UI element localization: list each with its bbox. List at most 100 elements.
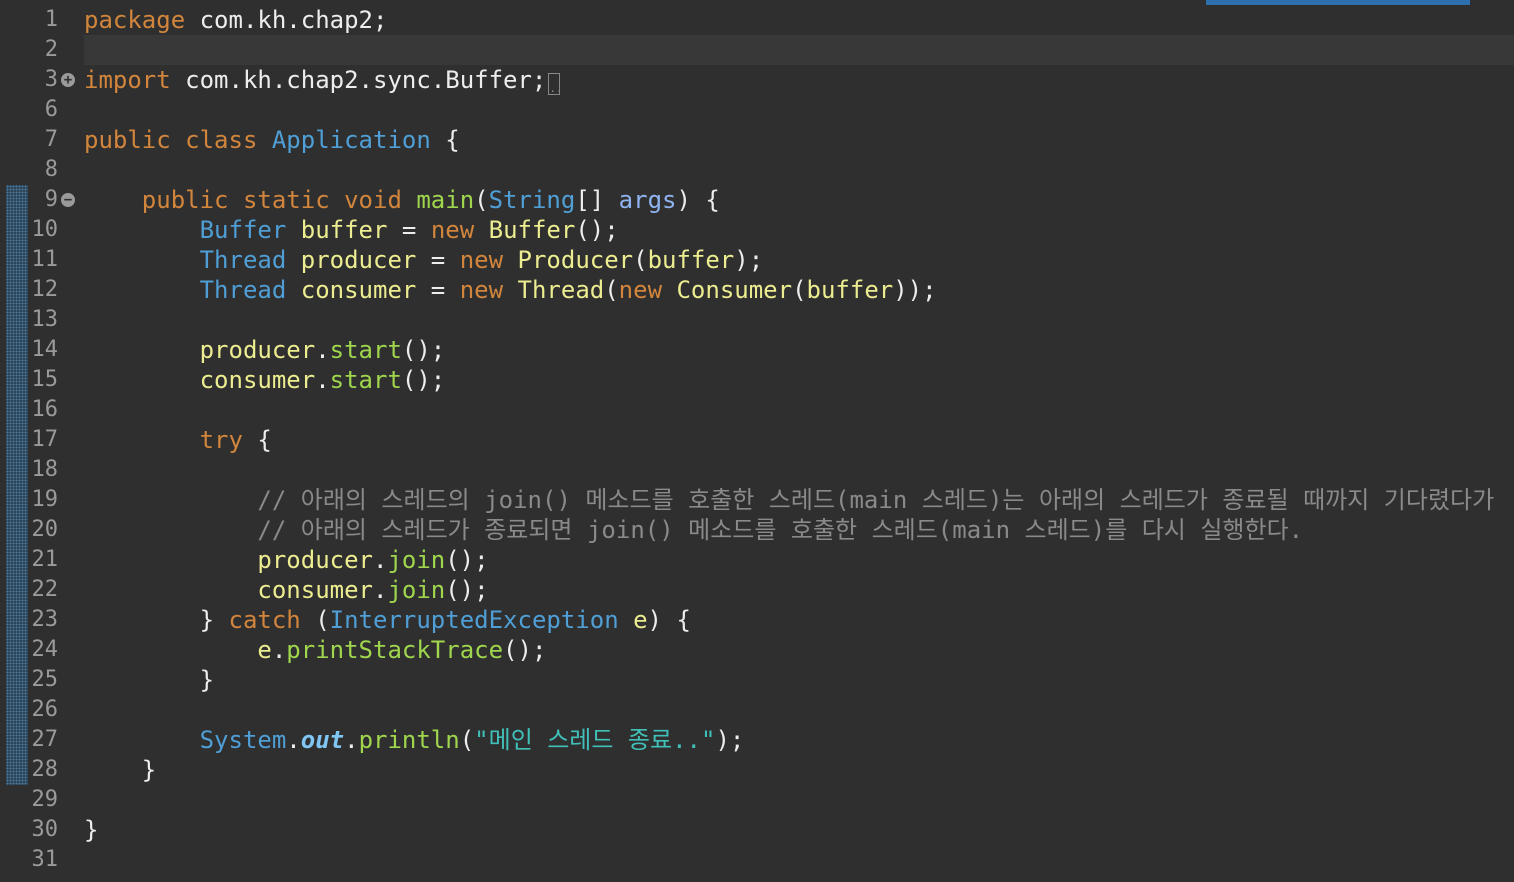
code-line[interactable]: // 아래의 스레드가 종료되면 join() 메소드를 호출한 스레드(mai… (84, 515, 1514, 545)
line-number: 14 (31, 337, 59, 362)
gutter-row: 7 (0, 125, 84, 155)
keyword-token: new (459, 276, 504, 304)
line-number: 19 (31, 487, 59, 512)
plain-token: } (84, 756, 157, 784)
type-token: Application (271, 126, 431, 154)
plain-token: ( (792, 276, 807, 304)
code-line[interactable]: producer.start(); (84, 335, 1514, 365)
gutter-row: 6 (0, 95, 84, 125)
plain-token: (); (445, 546, 489, 574)
gutter-row: 30 (0, 815, 84, 845)
identifier-token: e (257, 636, 272, 664)
gutter-row: 11 (0, 245, 84, 275)
code-line[interactable] (84, 845, 1514, 875)
plain-token: (); (401, 336, 446, 364)
line-number: 23 (31, 607, 59, 632)
code-line[interactable]: public static void main(String[] args) { (84, 185, 1514, 215)
gutter-row: 29 (0, 785, 84, 815)
line-number: 9 (44, 187, 58, 212)
code-line[interactable] (84, 395, 1514, 425)
code-line[interactable]: import com.kh.chap2.sync.Buffer;.. (84, 65, 1514, 95)
type-token: Thread (199, 246, 287, 274)
identifier-token: producer (300, 246, 417, 274)
code-line[interactable]: e.printStackTrace(); (84, 635, 1514, 665)
method-token: start (329, 336, 402, 364)
plain-token: ); (715, 726, 745, 754)
method-token: start (329, 366, 402, 394)
code-line[interactable] (84, 305, 1514, 335)
code-line[interactable]: consumer.join(); (84, 575, 1514, 605)
keyword-token: catch (228, 606, 301, 634)
keyword-token: package (84, 6, 186, 34)
gutter-row: 15 (0, 365, 84, 395)
gutter-row: 21 (0, 545, 84, 575)
gutter-row: 10 (0, 215, 84, 245)
plain-token: . (372, 546, 388, 574)
gutter-row: 13 (0, 305, 84, 335)
line-number: 2 (44, 37, 58, 62)
plain-token: . (271, 636, 287, 664)
code-line[interactable]: Buffer buffer = new Buffer(); (84, 215, 1514, 245)
fold-collapse-icon[interactable]: − (61, 193, 75, 207)
plain-token: com.kh.chap2; (185, 6, 388, 34)
fold-expand-icon[interactable]: + (61, 73, 75, 87)
code-line[interactable]: System.out.println("메인 스레드 종료.."); (84, 725, 1514, 755)
identifier-token: consumer (257, 576, 373, 604)
code-editor[interactable]: 1 2 3 +6 7 8 9−10 11 12 13 14 15 16 17 18 19 20 21 22 23 24 2… (0, 0, 1514, 882)
gutter-row: 31 (0, 845, 84, 875)
line-number: 1 (44, 7, 58, 32)
code-line[interactable]: consumer.start(); (84, 365, 1514, 395)
code-line[interactable]: try { (84, 425, 1514, 455)
method-token: main (416, 186, 475, 214)
line-number-gutter[interactable]: 1 2 3 +6 7 8 9−10 11 12 13 14 15 16 17 18 19 20 21 22 23 24 2… (0, 5, 84, 882)
code-line[interactable] (84, 95, 1514, 125)
plain-token: ); (734, 246, 764, 274)
code-line[interactable]: public class Application { (84, 125, 1514, 155)
keyword-token: try (199, 426, 243, 454)
code-line[interactable]: Thread producer = new Producer(buffer); (84, 245, 1514, 275)
gutter-row: 20 (0, 515, 84, 545)
identifier-token: buffer (647, 246, 735, 274)
plain-token: ( (474, 186, 489, 214)
code-line[interactable]: producer.join(); (84, 545, 1514, 575)
code-line[interactable]: package com.kh.chap2; (84, 5, 1514, 35)
gutter-row: 2 (0, 35, 84, 65)
comment-token: // 아래의 스레드가 종료되면 join() 메소드를 호출한 스레드(mai… (257, 516, 1304, 544)
plain-token: . (315, 366, 330, 394)
code-line[interactable]: } (84, 815, 1514, 845)
line-number: 10 (31, 217, 59, 242)
code-line[interactable]: } (84, 755, 1514, 785)
current-code-line[interactable] (84, 35, 1514, 65)
plain-token: ) { (676, 186, 720, 214)
gutter-row: 3 + (0, 65, 84, 95)
code-line[interactable]: } catch (InterruptedException e) { (84, 605, 1514, 635)
line-number: 11 (31, 247, 59, 272)
code-line[interactable]: } (84, 665, 1514, 695)
keyword-token: new (459, 246, 504, 274)
plain-token: } (84, 606, 229, 634)
plain-token: . (372, 576, 388, 604)
line-number: 12 (31, 277, 59, 302)
plain-token: = (416, 246, 460, 274)
code-line[interactable] (84, 695, 1514, 725)
code-area[interactable]: package com.kh.chap2; import com.kh.chap2… (84, 5, 1514, 882)
code-line[interactable] (84, 455, 1514, 485)
method-token: join (387, 546, 446, 574)
type-token: String (488, 186, 576, 214)
collapsed-imports-marker[interactable]: .. (548, 73, 563, 95)
code-line[interactable] (84, 155, 1514, 185)
gutter-row: 16 (0, 395, 84, 425)
code-line[interactable]: // 아래의 스레드의 join() 메소드를 호출한 스레드(main 스레드… (84, 485, 1514, 515)
keyword-token: void (344, 186, 402, 214)
identifier-token: Thread (517, 276, 605, 304)
plain-token: { (430, 126, 460, 154)
code-line[interactable] (84, 785, 1514, 815)
code-line[interactable]: Thread consumer = new Thread(new Consume… (84, 275, 1514, 305)
gutter-row: 27 (0, 725, 84, 755)
gutter-row: 18 (0, 455, 84, 485)
